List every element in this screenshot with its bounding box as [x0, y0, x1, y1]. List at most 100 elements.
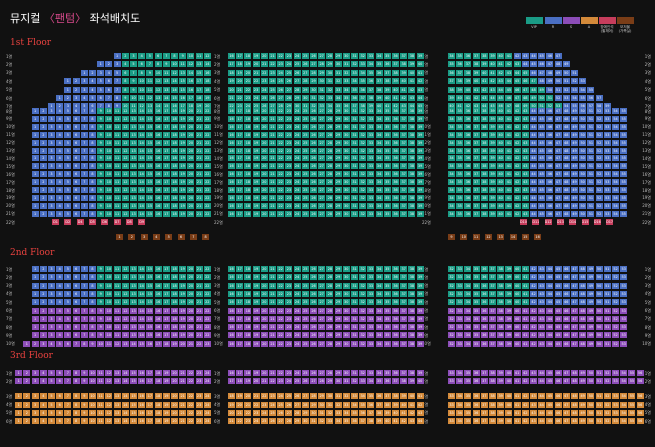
seat[interactable]: 38	[400, 61, 408, 68]
seat[interactable]: 37	[367, 409, 375, 416]
seat[interactable]: 11	[113, 210, 121, 217]
seat[interactable]: 14	[138, 266, 146, 272]
seat[interactable]: 2	[64, 95, 72, 101]
seat[interactable]: 18	[171, 187, 178, 193]
seat[interactable]: D16	[593, 219, 601, 225]
seat[interactable]: 18	[244, 266, 252, 272]
seat[interactable]: 27	[318, 163, 326, 170]
seat[interactable]: 47	[562, 393, 570, 400]
seat[interactable]: 33	[326, 95, 334, 101]
seat[interactable]: 16	[154, 307, 162, 314]
seat[interactable]: 35	[472, 290, 480, 297]
seat[interactable]: 37	[472, 115, 480, 122]
seat[interactable]: 17	[162, 194, 170, 201]
seat[interactable]: 34	[359, 393, 367, 400]
seat[interactable]: 29	[334, 370, 342, 376]
seat[interactable]: 10	[105, 131, 113, 138]
seat[interactable]: 53	[620, 274, 628, 281]
seat[interactable]: 48	[571, 393, 578, 400]
seat[interactable]: 50	[579, 187, 587, 193]
seat[interactable]: 36	[464, 187, 472, 193]
seat[interactable]: 40	[497, 194, 505, 201]
seat[interactable]: 9	[80, 418, 88, 425]
seat[interactable]: 9	[97, 332, 105, 339]
seat[interactable]: 40	[400, 401, 408, 408]
seat[interactable]: 39	[416, 274, 424, 281]
seat[interactable]: 41	[505, 202, 513, 209]
seat[interactable]: 39	[505, 307, 513, 314]
seat[interactable]: 33	[448, 378, 455, 385]
seat[interactable]: 9	[179, 53, 187, 59]
seat[interactable]: 41	[505, 139, 513, 146]
seat[interactable]: 45	[554, 315, 562, 322]
seat[interactable]: 12	[105, 370, 113, 376]
seat[interactable]: 40	[497, 123, 505, 130]
seat[interactable]: 33	[448, 393, 455, 400]
seat[interactable]: D15	[581, 219, 589, 225]
seat[interactable]: 22	[269, 61, 276, 68]
seat[interactable]: 9	[97, 139, 105, 146]
seat[interactable]: 50	[579, 147, 587, 154]
seat[interactable]: 46	[546, 210, 554, 217]
seat[interactable]: 50	[595, 332, 603, 339]
seat[interactable]: 13	[130, 299, 137, 306]
seat[interactable]: 11	[105, 340, 113, 347]
seat[interactable]: 40	[513, 307, 521, 314]
seat[interactable]: 18	[244, 163, 252, 170]
seat[interactable]: 49	[571, 171, 578, 178]
seat[interactable]: 7	[80, 324, 88, 331]
seat[interactable]: 12	[105, 401, 113, 408]
seat[interactable]: 23	[260, 78, 268, 85]
seat[interactable]: 15	[146, 194, 154, 201]
seat[interactable]: 38	[480, 53, 488, 59]
seat[interactable]: 46	[562, 340, 570, 347]
seat[interactable]: 19	[252, 307, 260, 314]
seat[interactable]: 33	[367, 202, 375, 209]
seat[interactable]: 38	[497, 307, 505, 314]
seat[interactable]: 17	[236, 340, 244, 347]
seat[interactable]: 17	[162, 131, 170, 138]
seat[interactable]: 11	[97, 409, 105, 416]
seat[interactable]: 44	[416, 418, 424, 425]
seat[interactable]: 20	[260, 307, 268, 314]
seat[interactable]: 34	[456, 378, 464, 385]
seat[interactable]: 46	[562, 266, 570, 272]
seat[interactable]: 8	[89, 139, 96, 146]
seat[interactable]: 34	[351, 401, 358, 408]
seat[interactable]: 37	[400, 340, 408, 347]
seat[interactable]: 32	[342, 69, 350, 76]
seat[interactable]: 39	[497, 418, 505, 425]
seat[interactable]: 15	[146, 171, 154, 178]
seat[interactable]: 16	[228, 307, 235, 314]
seat[interactable]: 36	[464, 171, 472, 178]
seat[interactable]: 55	[620, 123, 628, 130]
seat[interactable]: 44	[546, 332, 554, 339]
seat[interactable]: 30	[342, 187, 350, 193]
seat[interactable]: 53	[603, 131, 611, 138]
seat[interactable]: 7	[80, 202, 88, 209]
seat[interactable]: 52	[612, 315, 619, 322]
seat[interactable]: 1	[31, 163, 39, 170]
seat[interactable]: 24	[293, 108, 301, 114]
seat[interactable]: 18	[171, 155, 178, 162]
seat[interactable]: 39	[472, 69, 480, 76]
seat[interactable]: 25	[301, 282, 309, 289]
seat[interactable]: 5	[64, 210, 72, 217]
seat[interactable]: 33	[367, 266, 375, 272]
seat[interactable]: 17	[162, 290, 170, 297]
seat[interactable]: 18	[171, 179, 178, 186]
seat[interactable]: 5	[48, 409, 55, 416]
seat[interactable]: 53	[612, 393, 619, 400]
seat[interactable]: 6	[72, 187, 80, 193]
seat[interactable]: 52	[595, 147, 603, 154]
seat[interactable]: 21	[269, 194, 276, 201]
seat[interactable]: 6	[72, 123, 80, 130]
seat[interactable]: 38	[480, 187, 488, 193]
seat[interactable]: 32	[448, 340, 455, 347]
seat[interactable]: 5	[89, 95, 96, 101]
seat[interactable]: 51	[587, 115, 595, 122]
seat[interactable]: 33	[367, 315, 375, 322]
seat[interactable]: 36	[464, 147, 472, 154]
seat[interactable]: 24	[293, 131, 301, 138]
seat[interactable]: 19	[252, 115, 260, 122]
